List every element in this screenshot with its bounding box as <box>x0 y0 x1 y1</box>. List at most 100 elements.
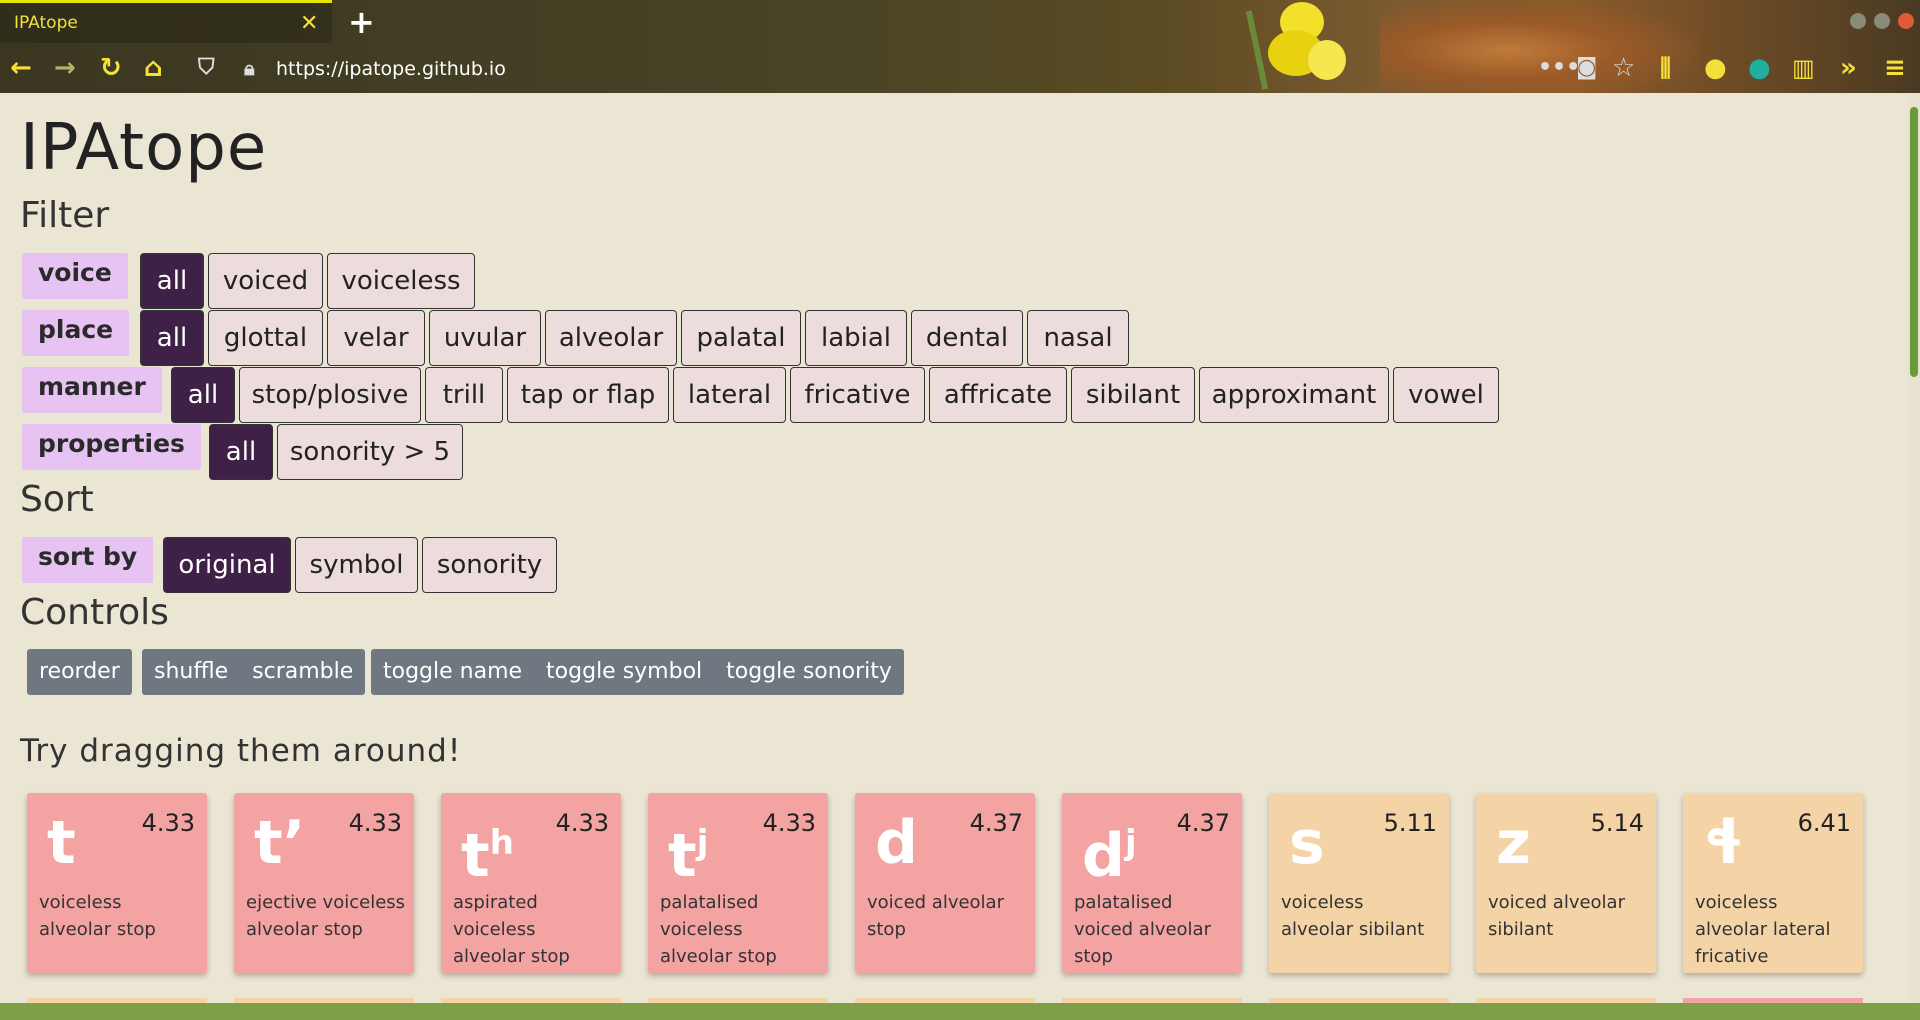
phoneme-card[interactable]: t 4.33 voiceless alveolar stop <box>27 793 207 973</box>
phoneme-card[interactable]: d 4.37 voiced alveolar stop <box>855 793 1035 973</box>
pocket-icon[interactable]: ◙ <box>1576 53 1597 83</box>
phoneme-card[interactable]: dj 4.37 palatalised voiced alveolar stop <box>1062 793 1242 973</box>
place-option-labial[interactable]: labial <box>805 310 907 366</box>
card-symbol: s <box>1289 808 1325 878</box>
toggle-name-button[interactable]: toggle name <box>371 649 534 695</box>
manner-option-tap-or-flap[interactable]: tap or flap <box>507 367 669 423</box>
place-option-dental[interactable]: dental <box>911 310 1023 366</box>
card-symbol-superscript: h <box>489 823 514 863</box>
status-bar <box>0 1003 1920 1020</box>
manner-option-fricative[interactable]: fricative <box>790 367 925 423</box>
card-name: voiceless alveolar stop <box>39 892 156 940</box>
card-symbol: tj <box>668 805 708 894</box>
card-name: voiceless alveolar lateral fricative <box>1695 892 1831 967</box>
manner-option-approximant[interactable]: approximant <box>1199 367 1389 423</box>
sort-option-sonority[interactable]: sonority <box>422 537 557 593</box>
properties-option-sonority-gt-5[interactable]: sonority > 5 <box>277 424 463 480</box>
card-sonority: 4.37 <box>1176 809 1230 837</box>
card-name: palatalised voiced alveolar stop <box>1074 892 1211 967</box>
card-symbol: t’ <box>254 808 306 878</box>
drag-hint: Try dragging them around! <box>20 733 462 769</box>
toggle-sonority-button[interactable]: toggle sonority <box>714 649 904 695</box>
properties-option-all[interactable]: all <box>209 424 273 480</box>
voice-option-voiceless[interactable]: voiceless <box>327 253 475 309</box>
place-option-alveolar[interactable]: alveolar <box>545 310 677 366</box>
card-symbol: z <box>1496 808 1531 878</box>
shuffle-button[interactable]: shuffle <box>142 649 240 695</box>
controls-group-shuffle: shuffle scramble <box>142 649 366 695</box>
manner-option-lateral[interactable]: lateral <box>673 367 786 423</box>
phoneme-card[interactable]: ɬ 6.41 voiceless alveolar lateral fricativ… <box>1683 793 1863 973</box>
manner-option-vowel[interactable]: vowel <box>1393 367 1499 423</box>
sort-heading: Sort <box>20 479 94 520</box>
toggle-symbol-button[interactable]: toggle symbol <box>534 649 714 695</box>
card-name: voiced alveolar stop <box>867 892 1004 940</box>
manner-option-trill[interactable]: trill <box>425 367 503 423</box>
card-symbol: dj <box>1082 805 1137 894</box>
manner-option-affricate[interactable]: affricate <box>929 367 1067 423</box>
sort-option-symbol[interactable]: symbol <box>295 537 418 593</box>
voice-option-all[interactable]: all <box>140 253 204 309</box>
page-title: IPAtope <box>20 111 268 185</box>
card-sonority: 4.33 <box>555 809 609 837</box>
card-symbol-base: t <box>668 821 697 891</box>
sidebar-icon[interactable]: ▥ <box>1792 53 1815 83</box>
home-icon[interactable]: ⌂ <box>144 53 163 83</box>
filter-label-place: place <box>22 310 130 356</box>
phoneme-card[interactable]: z 5.14 voiced alveolar sibilant <box>1476 793 1656 973</box>
sort-option-original[interactable]: original <box>163 537 291 593</box>
card-sonority: 6.41 <box>1797 809 1851 837</box>
close-window-button[interactable] <box>1898 13 1914 29</box>
phoneme-card[interactable]: s 5.11 voiceless alveolar sibilant <box>1269 793 1449 973</box>
voice-option-voiced[interactable]: voiced <box>208 253 323 309</box>
tab-bar: IPAtope ✕ + <box>0 0 1920 43</box>
forward-icon[interactable]: → <box>54 53 76 83</box>
card-sonority: 4.33 <box>141 809 195 837</box>
reorder-button[interactable]: reorder <box>27 649 132 695</box>
place-option-velar[interactable]: velar <box>327 310 425 366</box>
filter-label-properties: properties <box>22 424 201 470</box>
library-icon[interactable]: ⫼ <box>1660 53 1671 83</box>
account-icon[interactable]: ● <box>1704 53 1727 83</box>
manner-option-stop-plosive[interactable]: stop/plosive <box>239 367 421 423</box>
card-symbol-base: d <box>1082 821 1125 891</box>
tab-close-icon[interactable]: ✕ <box>300 11 318 36</box>
manner-option-all[interactable]: all <box>171 367 235 423</box>
scramble-button[interactable]: scramble <box>240 649 365 695</box>
card-sonority: 4.33 <box>348 809 402 837</box>
place-option-uvular[interactable]: uvular <box>429 310 541 366</box>
new-tab-icon[interactable]: + <box>348 3 375 41</box>
page-scrollbar[interactable] <box>1908 93 1920 1003</box>
card-symbol: t <box>47 808 76 878</box>
filter-heading: Filter <box>20 195 110 236</box>
card-symbol-base: t <box>461 821 490 891</box>
filter-label-manner: manner <box>22 367 162 413</box>
phoneme-card[interactable]: th 4.33 aspirated voiceless alveolar stop <box>441 793 621 973</box>
menu-icon[interactable]: ≡ <box>1884 53 1906 83</box>
phoneme-card[interactable]: tj 4.33 palatalised voiceless alveolar sto… <box>648 793 828 973</box>
more-icon[interactable]: ••• <box>1538 53 1580 83</box>
reload-icon[interactable]: ↻ <box>100 53 122 83</box>
maximize-button[interactable] <box>1874 13 1890 29</box>
lock-icon[interactable]: 🔒︎ <box>244 53 255 83</box>
card-symbol: ɬ <box>1703 808 1745 878</box>
tab-ipatope[interactable]: IPAtope ✕ <box>0 0 332 43</box>
place-option-all[interactable]: all <box>140 310 204 366</box>
place-option-palatal[interactable]: palatal <box>681 310 801 366</box>
back-icon[interactable]: ← <box>10 53 32 83</box>
manner-option-sibilant[interactable]: sibilant <box>1071 367 1195 423</box>
place-option-glottal[interactable]: glottal <box>208 310 323 366</box>
url-bar[interactable]: https://ipatope.github.io <box>276 58 506 80</box>
star-icon[interactable]: ☆ <box>1612 53 1635 83</box>
minimize-button[interactable] <box>1850 13 1866 29</box>
controls-group-reorder: reorder <box>27 649 132 695</box>
shield-icon[interactable]: ⛉ <box>198 53 215 83</box>
tab-title: IPAtope <box>14 13 78 33</box>
place-option-nasal[interactable]: nasal <box>1027 310 1129 366</box>
extension-icon[interactable]: ● <box>1748 53 1771 83</box>
card-sonority: 5.14 <box>1590 809 1644 837</box>
overflow-icon[interactable]: » <box>1840 53 1857 83</box>
phoneme-card[interactable]: t’ 4.33 ejective voiceless alveolar stop <box>234 793 414 973</box>
controls-heading: Controls <box>20 592 169 633</box>
scroll-thumb[interactable] <box>1910 107 1918 377</box>
